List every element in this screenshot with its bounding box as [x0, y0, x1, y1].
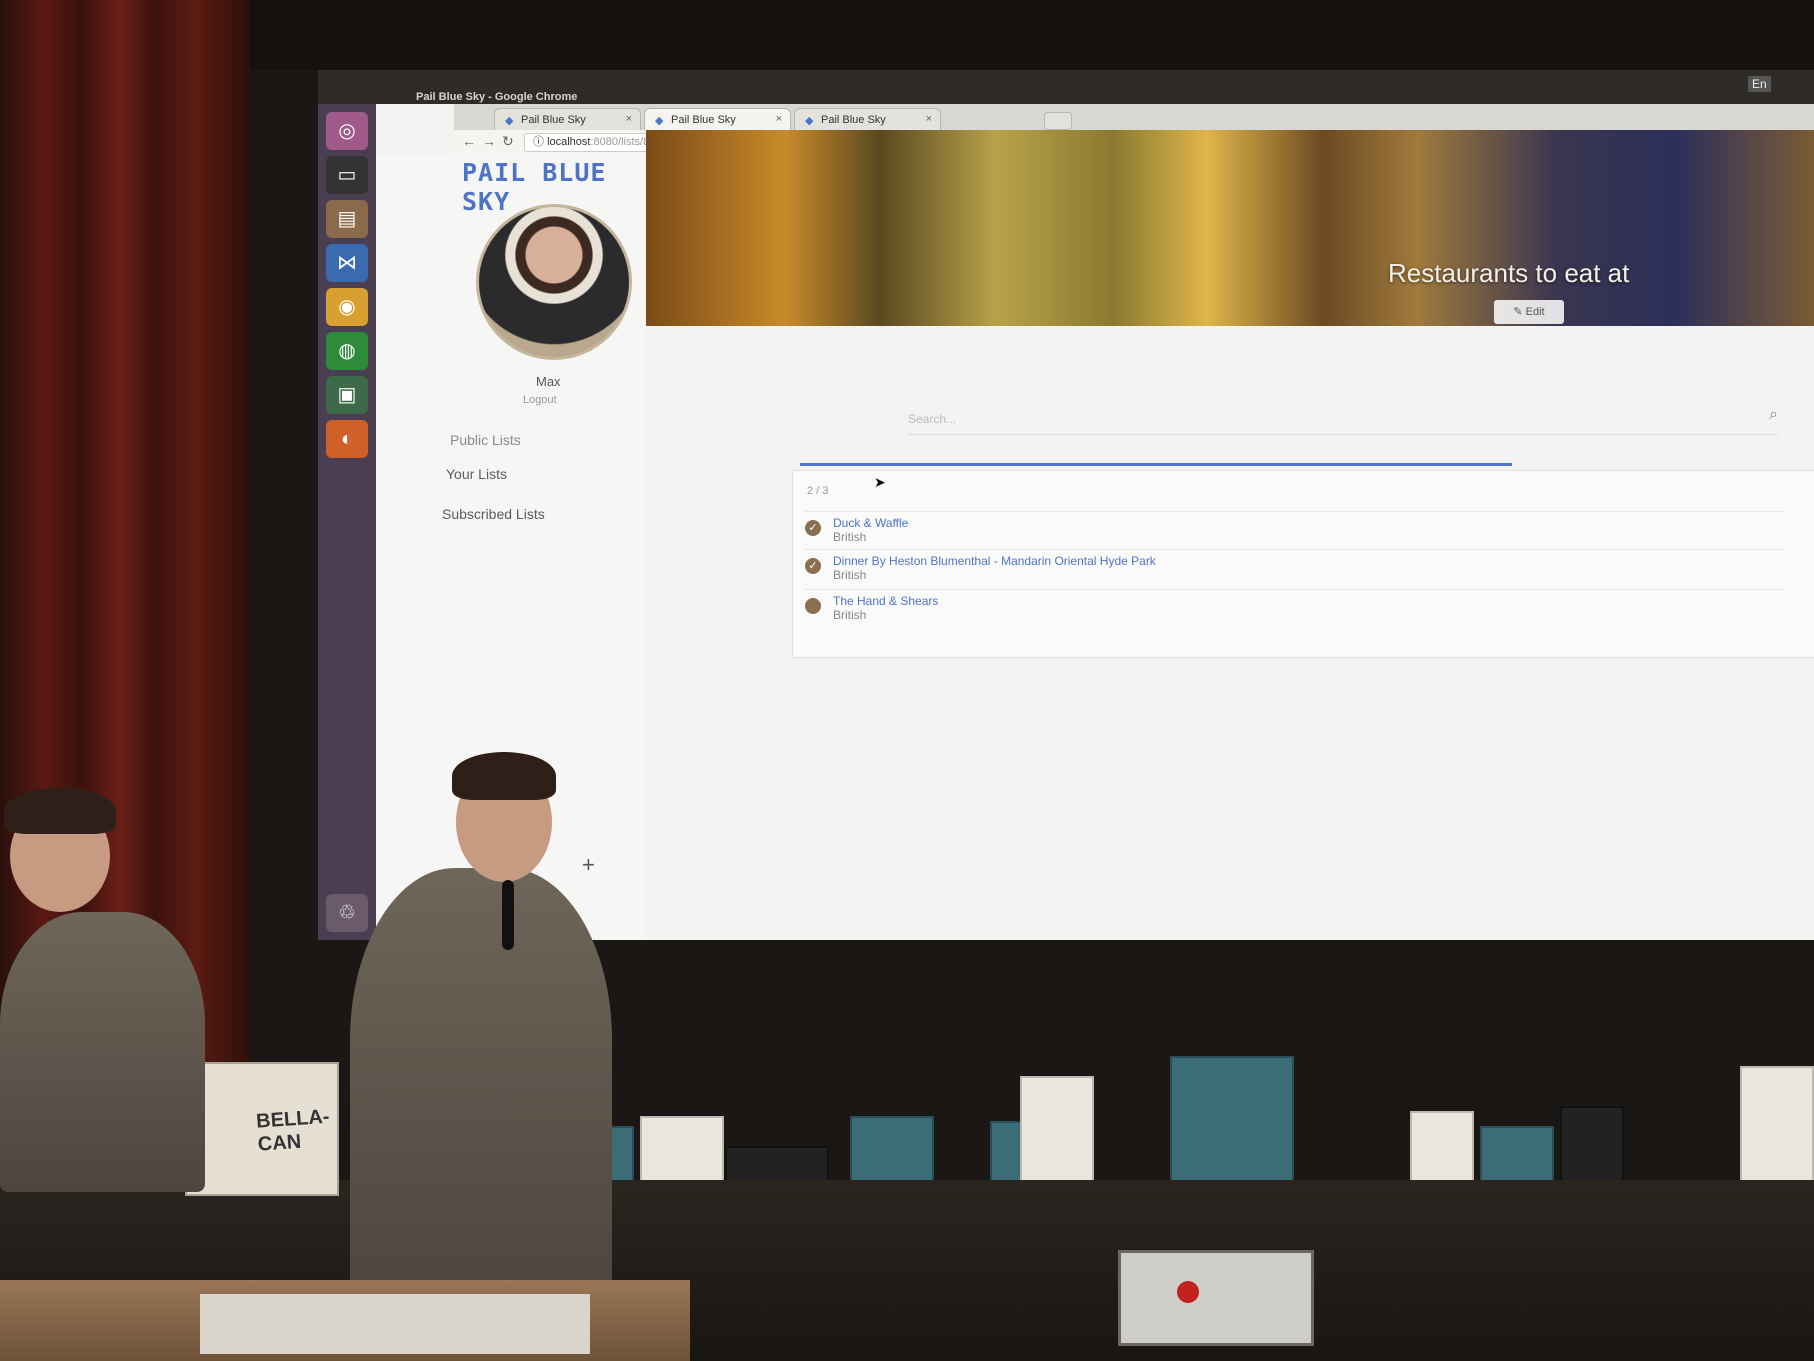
progress-bar — [800, 463, 1513, 466]
url-path: :8080/lists/8 — [590, 136, 650, 148]
ubuntu-dash-icon[interactable]: ◎ — [326, 112, 368, 150]
lectern — [0, 1280, 690, 1361]
pencil-icon: ✎ — [1513, 306, 1526, 318]
carton-label: BELLA-CAN — [255, 1105, 331, 1156]
datagrip-icon[interactable]: ▣ — [326, 376, 368, 414]
keyboard-layout-indicator[interactable]: En — [1748, 76, 1771, 92]
item-name[interactable]: Duck & Waffle — [833, 516, 908, 530]
item-cuisine: British — [833, 568, 867, 582]
microphone — [502, 880, 514, 950]
close-tab-icon[interactable]: × — [776, 113, 782, 125]
window-titlebar: Pail Blue Sky - Google Chrome En — [318, 70, 1814, 104]
search-placeholder: Search... — [908, 412, 957, 426]
reload-icon[interactable]: ↻ — [502, 133, 514, 150]
nav-your-lists[interactable]: Your Lists — [446, 466, 507, 482]
nav-public-lists[interactable]: Public Lists — [450, 432, 521, 448]
presenter — [350, 868, 612, 1298]
window-title: Pail Blue Sky - Google Chrome — [416, 91, 578, 103]
edit-label: Edit — [1525, 306, 1545, 318]
files-icon[interactable]: ▤ — [326, 200, 368, 238]
visual-studio-code-icon[interactable]: ⋈ — [326, 244, 368, 282]
item-name[interactable]: The Hand & Shears — [833, 594, 938, 608]
cardboard-box: BELLA-CAN — [185, 1062, 339, 1196]
checked-icon[interactable]: ✓ — [805, 520, 821, 536]
list-title: Restaurants to eat at — [1388, 258, 1630, 288]
item-name[interactable]: Dinner By Heston Blumenthal - Mandarin O… — [833, 554, 1156, 568]
presenter-hair — [452, 752, 556, 800]
browser-tab-3[interactable]: ◆ Pail Blue Sky × — [794, 108, 941, 131]
info-icon: ⓘ — [533, 136, 548, 148]
search-input[interactable]: Search... ⌕ — [908, 404, 1778, 435]
checked-icon[interactable]: ✓ — [805, 558, 821, 574]
url-host: localhost — [547, 136, 591, 148]
user-name: Max — [536, 374, 561, 389]
unchecked-icon[interactable] — [805, 598, 821, 614]
ubuntu-launcher: ◎ ▭ ▤ ⋈ ◉ ◍ ▣ ◐ ♲ — [318, 104, 376, 940]
lectern-top — [200, 1294, 590, 1354]
add-list-button[interactable]: + — [582, 852, 595, 878]
seated-person — [0, 912, 205, 1192]
list-item[interactable]: ✓ Dinner By Heston Blumenthal - Mandarin… — [805, 549, 1785, 586]
back-arrow-icon[interactable]: ← — [462, 133, 476, 149]
mouse-cursor-icon: ➤ — [874, 474, 886, 490]
terminal-icon[interactable]: ▭ — [326, 156, 368, 194]
forward-arrow-icon[interactable]: → — [482, 133, 496, 149]
list-cover-image: Restaurants to eat at ✎ Edit — [646, 130, 1814, 326]
page-icon: ◆ — [505, 115, 514, 127]
edit-button[interactable]: ✎ Edit — [1494, 300, 1564, 324]
product-display — [560, 1056, 1814, 1190]
page-icon: ◆ — [655, 115, 664, 127]
close-tab-icon[interactable]: × — [926, 113, 932, 125]
stage-power-box — [1118, 1250, 1314, 1346]
close-tab-icon[interactable]: × — [626, 113, 632, 125]
trash-icon[interactable]: ♲ — [326, 894, 368, 932]
firefox-icon[interactable]: ◐ — [326, 420, 368, 458]
item-cuisine: British — [833, 608, 867, 622]
logout-link[interactable]: Logout — [523, 394, 557, 406]
item-cuisine: British — [833, 530, 867, 544]
seated-person-hair — [4, 788, 116, 834]
nav-subscribed-lists[interactable]: Subscribed Lists — [442, 506, 545, 522]
list-item[interactable]: ✓ Duck & Waffle British — [805, 511, 1785, 548]
avatar — [476, 204, 632, 360]
new-tab-button[interactable] — [1044, 112, 1072, 130]
list-items-panel: 2 / 3 ✓ Duck & Waffle British ✓ Dinner B… — [792, 470, 1814, 658]
completion-counter: 2 / 3 — [807, 485, 829, 497]
tab-strip: ◆ Pail Blue Sky × ◆ Pail Blue Sky × ◆ Pa… — [454, 104, 1814, 131]
chrome-icon[interactable]: ◉ — [326, 288, 368, 326]
spotify-icon[interactable]: ◍ — [326, 332, 368, 370]
tab-label: Pail Blue Sky — [821, 114, 886, 126]
tab-label: Pail Blue Sky — [521, 114, 586, 126]
browser-tab-1[interactable]: ◆ Pail Blue Sky × — [494, 108, 641, 131]
emergency-stop-icon — [1177, 1281, 1199, 1303]
tab-label: Pail Blue Sky — [671, 114, 736, 126]
browser-tab-2[interactable]: ◆ Pail Blue Sky × — [644, 108, 791, 131]
wall — [250, 0, 1814, 70]
search-icon[interactable]: ⌕ — [1769, 406, 1778, 424]
list-item[interactable]: The Hand & Shears British — [805, 589, 1785, 626]
page-icon: ◆ — [805, 115, 814, 127]
